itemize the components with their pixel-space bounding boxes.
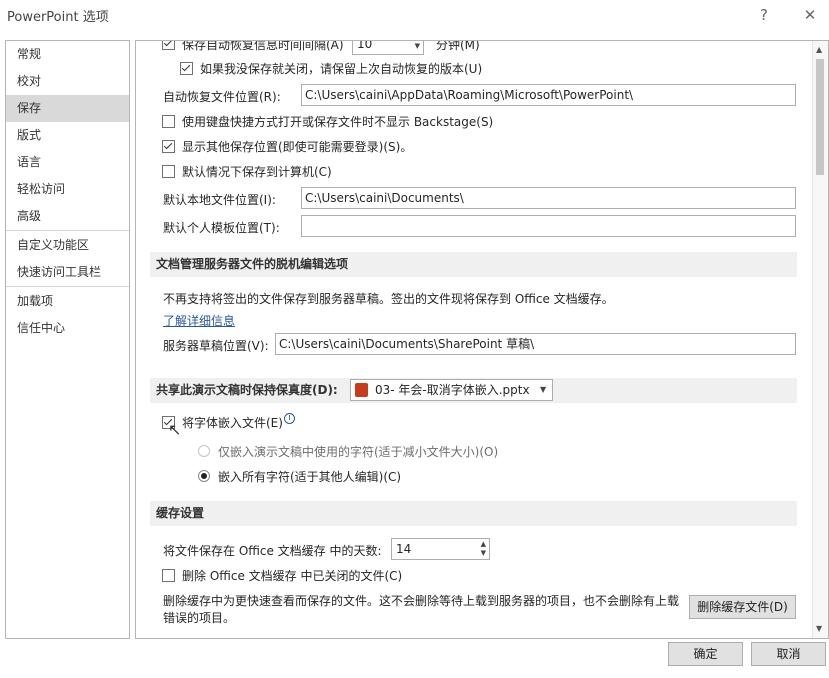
embed-all-chars-label: 嵌入所有字符(适于其他人编辑)(C): [218, 470, 402, 484]
autorecover-label: 保存自动恢复信息时间间隔(A): [182, 40, 344, 52]
autorecover-path-label: 自动恢复文件位置(R):: [163, 90, 281, 104]
embed-all-chars-radio[interactable]: [198, 470, 210, 482]
cancel-button[interactable]: 取消: [751, 642, 826, 666]
title-bar: PowerPoint 选项 ? ✕: [0, 0, 829, 30]
sidebar-divider: [6, 230, 129, 231]
window-title: PowerPoint 选项: [7, 10, 109, 25]
chevron-down-icon: ▼: [540, 385, 547, 394]
template-path-label: 默认个人模板位置(T):: [163, 221, 280, 235]
embed-used-chars-radio[interactable]: [198, 445, 210, 457]
mouse-cursor-icon: ↖: [168, 420, 182, 439]
drafts-path-input[interactable]: C:\Users\caini\Documents\SharePoint 草稿\: [275, 333, 796, 355]
autorecover-minutes-stepper[interactable]: 10 ▼: [352, 40, 424, 55]
learn-more-link[interactable]: 了解详细信息: [163, 312, 235, 329]
cache-days-label: 将文件保存在 Office 文档缓存 中的天数:: [163, 544, 382, 558]
sidebar: 常规 校对 保存 版式 语言 轻松访问 高级 自定义功能区 快速访问工具栏 加载…: [5, 40, 130, 639]
embed-fonts-label: 将字体嵌入文件(E): [182, 416, 283, 430]
cache-days-value: 14: [396, 542, 412, 556]
embed-used-chars-label: 仅嵌入演示文稿中使用的字符(适于减小文件大小)(O): [218, 445, 499, 459]
offline-description: 不再支持将签出的文件保存到服务器草稿。签出的文件现将保存到 Office 文档缓…: [163, 292, 614, 306]
delete-cache-description-line1: 删除缓存中为更快速查看而保存的文件。这不会删除等待上载到服务器的项目，也不会删除…: [163, 594, 680, 608]
show-locations-checkbox[interactable]: [162, 140, 175, 153]
template-path-input[interactable]: [301, 215, 796, 237]
fidelity-section-label: 共享此演示文稿时保持保真度(D):: [156, 383, 338, 397]
spin-down-icon[interactable]: ▼: [415, 43, 420, 50]
delete-closed-files-label: 删除 Office 文档缓存 中已关闭的文件(C): [182, 569, 403, 583]
hide-backstage-label: 使用键盘快捷方式打开或保存文件时不显示 Backstage(S): [182, 115, 494, 129]
presentation-name: 03- 年会-取消字体嵌入.pptx: [375, 383, 530, 397]
minutes-unit-label: 分钟(M): [436, 40, 480, 52]
local-path-label: 默认本地文件位置(I):: [163, 193, 276, 207]
offline-section-header: 文档管理服务器文件的脱机编辑选项: [150, 252, 797, 277]
drafts-path-label: 服务器草稿位置(V):: [163, 339, 269, 353]
close-button[interactable]: ✕: [796, 4, 824, 26]
sidebar-item-save[interactable]: 保存: [6, 95, 129, 122]
spin-up-icon[interactable]: ▲: [481, 541, 486, 548]
cache-days-stepper[interactable]: 14 ▲ ▼: [391, 538, 490, 560]
powerpoint-file-icon: [355, 383, 368, 397]
vertical-scrollbar[interactable]: ▲ ▼: [812, 41, 828, 638]
sidebar-item-trust-center[interactable]: 信任中心: [6, 315, 129, 342]
hide-backstage-checkbox[interactable]: [162, 115, 175, 128]
delete-cache-description-line2: 错误的项目。: [163, 611, 236, 625]
scrollbar-thumb[interactable]: [816, 59, 824, 175]
options-panel: 保存自动恢复信息时间间隔(A) 10 ▼ 分钟(M) 如果我没保存就关闭，请保留…: [135, 40, 829, 639]
sidebar-item-advanced[interactable]: 高级: [6, 203, 129, 230]
sidebar-item-general[interactable]: 常规: [6, 41, 129, 68]
spin-down-icon[interactable]: ▼: [481, 550, 486, 557]
delete-cache-button[interactable]: 删除缓存文件(D): [689, 595, 796, 619]
sidebar-divider: [6, 286, 129, 287]
delete-closed-files-checkbox[interactable]: [162, 569, 175, 582]
autorecover-path-input[interactable]: C:\Users\caini\AppData\Roaming\Microsoft…: [301, 84, 796, 106]
scroll-up-icon[interactable]: ▲: [816, 45, 822, 54]
sidebar-item-proofing[interactable]: 校对: [6, 68, 129, 95]
sidebar-item-customize-ribbon[interactable]: 自定义功能区: [6, 232, 129, 259]
sidebar-item-language[interactable]: 语言: [6, 149, 129, 176]
show-locations-label: 显示其他保存位置(即使可能需要登录)(S)。: [182, 140, 413, 154]
save-to-computer-label: 默认情况下保存到计算机(C): [182, 165, 332, 179]
help-button[interactable]: ?: [750, 4, 778, 26]
cache-section-header: 缓存设置: [150, 501, 797, 526]
scroll-down-icon[interactable]: ▼: [816, 624, 822, 633]
sidebar-item-layout[interactable]: 版式: [6, 122, 129, 149]
presentation-dropdown[interactable]: 03- 年会-取消字体嵌入.pptx ▼: [350, 379, 553, 401]
ok-button[interactable]: 确定: [668, 642, 743, 666]
sidebar-item-quick-access[interactable]: 快速访问工具栏: [6, 259, 129, 286]
info-icon[interactable]: i: [284, 413, 295, 424]
local-path-input[interactable]: C:\Users\caini\Documents\: [301, 187, 796, 209]
keep-last-version-checkbox[interactable]: [180, 62, 193, 75]
sidebar-item-accessibility[interactable]: 轻松访问: [6, 176, 129, 203]
sidebar-item-addins[interactable]: 加载项: [6, 288, 129, 315]
autorecover-minutes-value: 10: [357, 40, 373, 51]
autorecover-checkbox[interactable]: [162, 41, 175, 50]
save-to-computer-checkbox[interactable]: [162, 165, 175, 178]
keep-last-version-label: 如果我没保存就关闭，请保留上次自动恢复的版本(U): [200, 62, 483, 76]
